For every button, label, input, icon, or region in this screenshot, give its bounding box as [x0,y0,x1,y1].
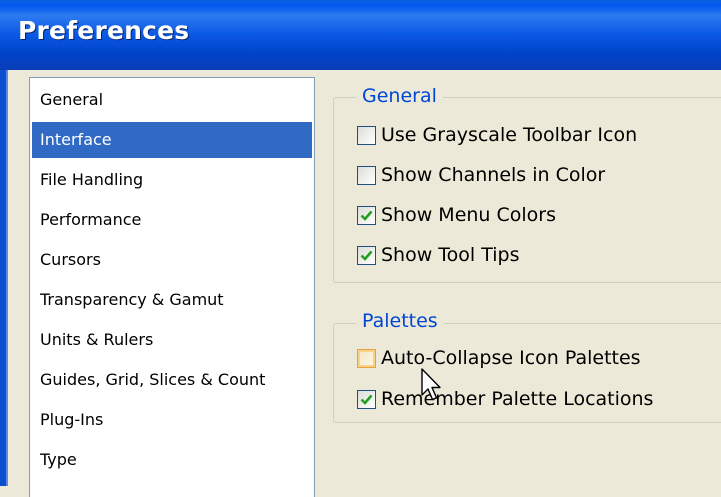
general-group-legend: General [356,85,443,107]
category-plug-ins[interactable]: Plug-Ins [32,402,312,438]
category-transparency-gamut[interactable]: Transparency & Gamut [32,282,312,318]
checkmark-icon [360,210,373,221]
window-frame-left-highlight [6,70,8,486]
show-channels-in-color-option[interactable]: Show Channels in Color [357,162,605,188]
window-title: Preferences [18,16,190,45]
show-tool-tips-label[interactable]: Show Tool Tips [381,244,520,266]
preferences-category-list[interactable]: General Interface File Handling Performa… [29,77,315,497]
remember-palette-locations-checkbox[interactable] [357,389,376,409]
category-file-handling[interactable]: File Handling [32,162,312,198]
use-grayscale-toolbar-icon-option[interactable]: Use Grayscale Toolbar Icon [357,122,637,148]
remember-palette-locations-option[interactable]: Remember Palette Locations [357,386,653,412]
category-performance[interactable]: Performance [32,202,312,238]
auto-collapse-icon-palettes-checkbox[interactable] [357,348,376,368]
use-grayscale-toolbar-icon-checkbox[interactable] [357,125,376,145]
show-tool-tips-checkbox[interactable] [357,245,376,265]
category-interface[interactable]: Interface [32,122,312,158]
use-grayscale-toolbar-icon-label[interactable]: Use Grayscale Toolbar Icon [381,124,637,146]
show-channels-in-color-checkbox[interactable] [357,165,376,185]
palettes-group-legend: Palettes [356,310,444,332]
auto-collapse-icon-palettes-option[interactable]: Auto-Collapse Icon Palettes [357,345,641,371]
show-menu-colors-option[interactable]: Show Menu Colors [357,202,556,228]
show-channels-in-color-label[interactable]: Show Channels in Color [381,164,605,186]
auto-collapse-icon-palettes-label[interactable]: Auto-Collapse Icon Palettes [381,347,641,369]
category-cursors[interactable]: Cursors [32,242,312,278]
category-guides-grid-slices[interactable]: Guides, Grid, Slices & Count [32,362,312,398]
title-bar[interactable]: Preferences [0,0,721,70]
show-menu-colors-checkbox[interactable] [357,205,376,225]
category-units-rulers[interactable]: Units & Rulers [32,322,312,358]
checkmark-icon [360,394,373,405]
show-tool-tips-option[interactable]: Show Tool Tips [357,242,520,268]
category-type[interactable]: Type [32,442,312,478]
show-menu-colors-label[interactable]: Show Menu Colors [381,204,556,226]
checkmark-icon [360,250,373,261]
category-general[interactable]: General [32,82,312,118]
mouse-pointer-icon [421,368,441,401]
